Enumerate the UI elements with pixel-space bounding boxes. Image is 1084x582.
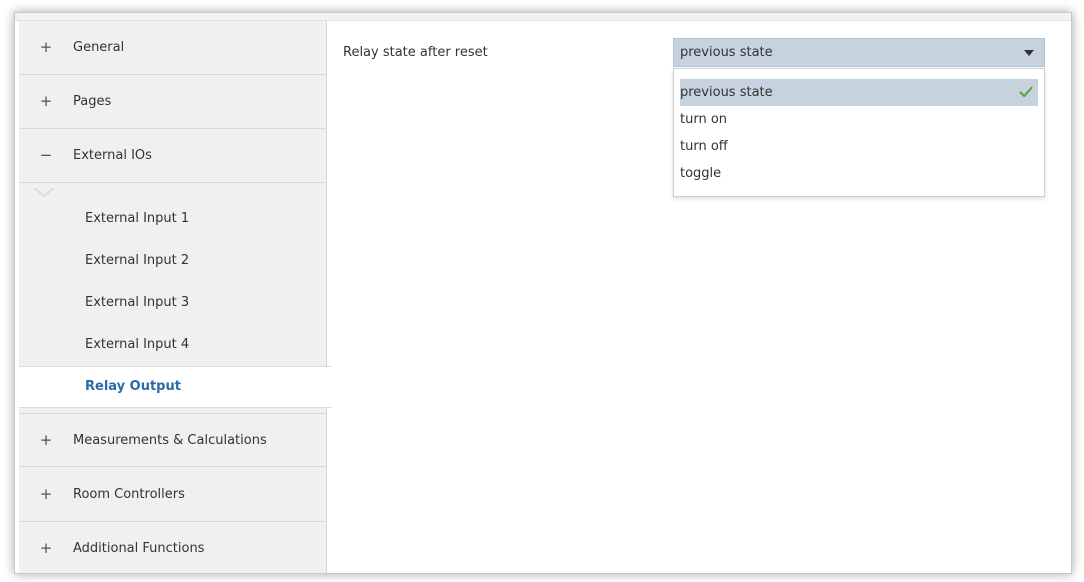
sidebar-group-pages[interactable]: + Pages [19,75,327,129]
plus-icon: + [39,539,53,557]
minus-icon: − [39,146,53,164]
sidebar-item-external-input-2[interactable]: External Input 2 [19,240,327,282]
sidebar: + General + Pages − External IOs Externa… [19,21,332,573]
option-label: turn on [680,112,728,127]
option-turn-on[interactable]: turn on [680,106,1038,133]
option-label: toggle [680,166,722,181]
top-band [15,13,1071,21]
relay-state-dropdown: previous state turn on turn off toggle [673,68,1045,197]
plus-icon: + [39,38,53,56]
check-icon [1019,86,1033,98]
sidebar-item-label: External Input 1 [85,211,190,226]
sidebar-group-general[interactable]: + General [19,21,327,75]
option-label: turn off [680,139,728,154]
caret-down-icon[interactable] [1024,50,1034,56]
sidebar-group-label: Room Controllers [73,487,185,502]
sidebar-group-external-ios[interactable]: − External IOs [19,129,327,183]
sidebar-group-label: General [73,40,125,55]
sidebar-group-label: External IOs [73,148,152,163]
select-value: previous state [680,45,773,60]
relay-state-label: Relay state after reset [343,45,488,60]
plus-icon: + [39,431,53,449]
sidebar-item-external-input-1[interactable]: External Input 1 [19,198,327,240]
option-previous-state[interactable]: previous state [680,79,1038,106]
sidebar-item-label: Relay Output [85,379,181,394]
sidebar-item-label: External Input 2 [85,253,190,268]
plus-icon: + [39,485,53,503]
sidebar-group-measurements-calculations[interactable]: + Measurements & Calculations [19,413,327,467]
sidebar-group-additional-functions[interactable]: + Additional Functions [19,522,327,573]
sidebar-item-relay-output[interactable]: Relay Output [19,366,332,408]
parameter-panel: Relay state after reset previous state p… [327,21,1071,573]
sidebar-group-label: Pages [73,94,112,109]
option-toggle[interactable]: toggle [680,160,1038,187]
sidebar-item-label: External Input 4 [85,337,190,352]
app-window: + General + Pages − External IOs Externa… [14,12,1072,574]
sidebar-item-external-input-3[interactable]: External Input 3 [19,282,327,324]
expanded-caret [33,187,55,197]
sidebar-item-label: External Input 3 [85,295,190,310]
sidebar-item-external-input-4[interactable]: External Input 4 [19,324,327,366]
relay-state-select[interactable]: previous state [673,38,1045,67]
option-label: previous state [680,85,773,100]
sidebar-group-room-controllers[interactable]: + Room Controllers [19,468,327,522]
sidebar-group-label: Measurements & Calculations [73,433,267,448]
plus-icon: + [39,92,53,110]
sidebar-group-label: Additional Functions [73,541,205,556]
option-turn-off[interactable]: turn off [680,133,1038,160]
